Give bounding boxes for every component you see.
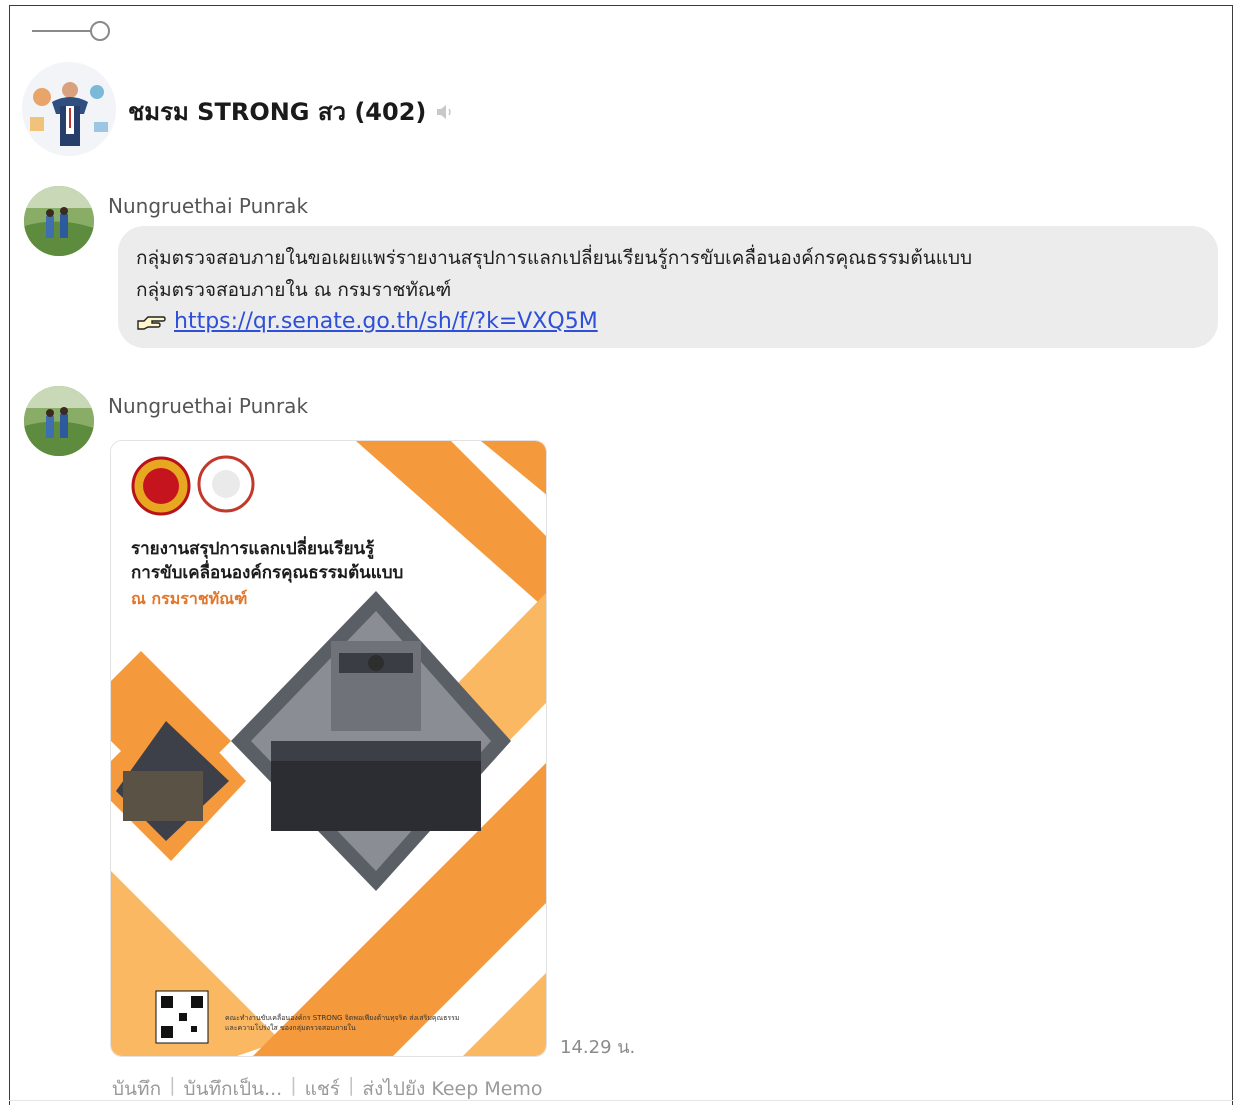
speaker-muted-icon[interactable] [434,101,456,123]
poster-graphic [111,441,546,1056]
sender-name: Nungruethai Punrak [108,194,309,218]
slider-knob[interactable] [90,21,110,41]
poster-footer: คณะทำงานขับเคลื่อนองค์กร STRONG จิตพอเพี… [225,1014,460,1032]
group-avatar-image [22,62,116,156]
slider-track[interactable] [32,30,94,32]
zoom-slider[interactable] [32,20,112,42]
group-title: ชมรม STRONG สว (402) [128,92,456,131]
message-time: 14.29 น. [560,1037,636,1058]
pointing-hand-icon [137,316,166,330]
poster-subtitle: ณ กรมราชทัณฑ์ [131,589,248,608]
sender-avatar-image [24,386,94,456]
poster-title-line2: การขับเคลื่อนองค์กรคุณธรรมต้นแบบ [131,563,404,583]
image-message[interactable]: รายงานสรุปการแลกเปลี่ยนเรียนรู้ การขับเค… [110,440,547,1057]
group-name: ชมรม STRONG สว (402) [128,98,427,126]
sender-name: Nungruethai Punrak [108,394,309,418]
sender-avatar[interactable] [24,186,94,256]
message-link[interactable]: https://qr.senate.go.th/sh/f/?k=VXQ5M [174,306,598,338]
poster-title: รายงานสรุปการแลกเปลี่ยนเรียนรู้ การขับเค… [131,537,403,585]
divider [9,1100,1233,1101]
message-text-line2: กลุ่มตรวจสอบภายใน ณ กรมราชทัณฑ์ [136,279,452,301]
sender-avatar-image [24,186,94,256]
message-text-line1: กลุ่มตรวจสอบภายในขอเผยแพร่รายงานสรุปการแ… [136,247,973,269]
poster-title-line1: รายงานสรุปการแลกเปลี่ยนเรียนรู้ [131,539,375,559]
group-avatar[interactable] [22,62,116,156]
sender-avatar[interactable] [24,386,94,456]
message-bubble[interactable]: กลุ่มตรวจสอบภายในขอเผยแพร่รายงานสรุปการแ… [118,226,1218,348]
